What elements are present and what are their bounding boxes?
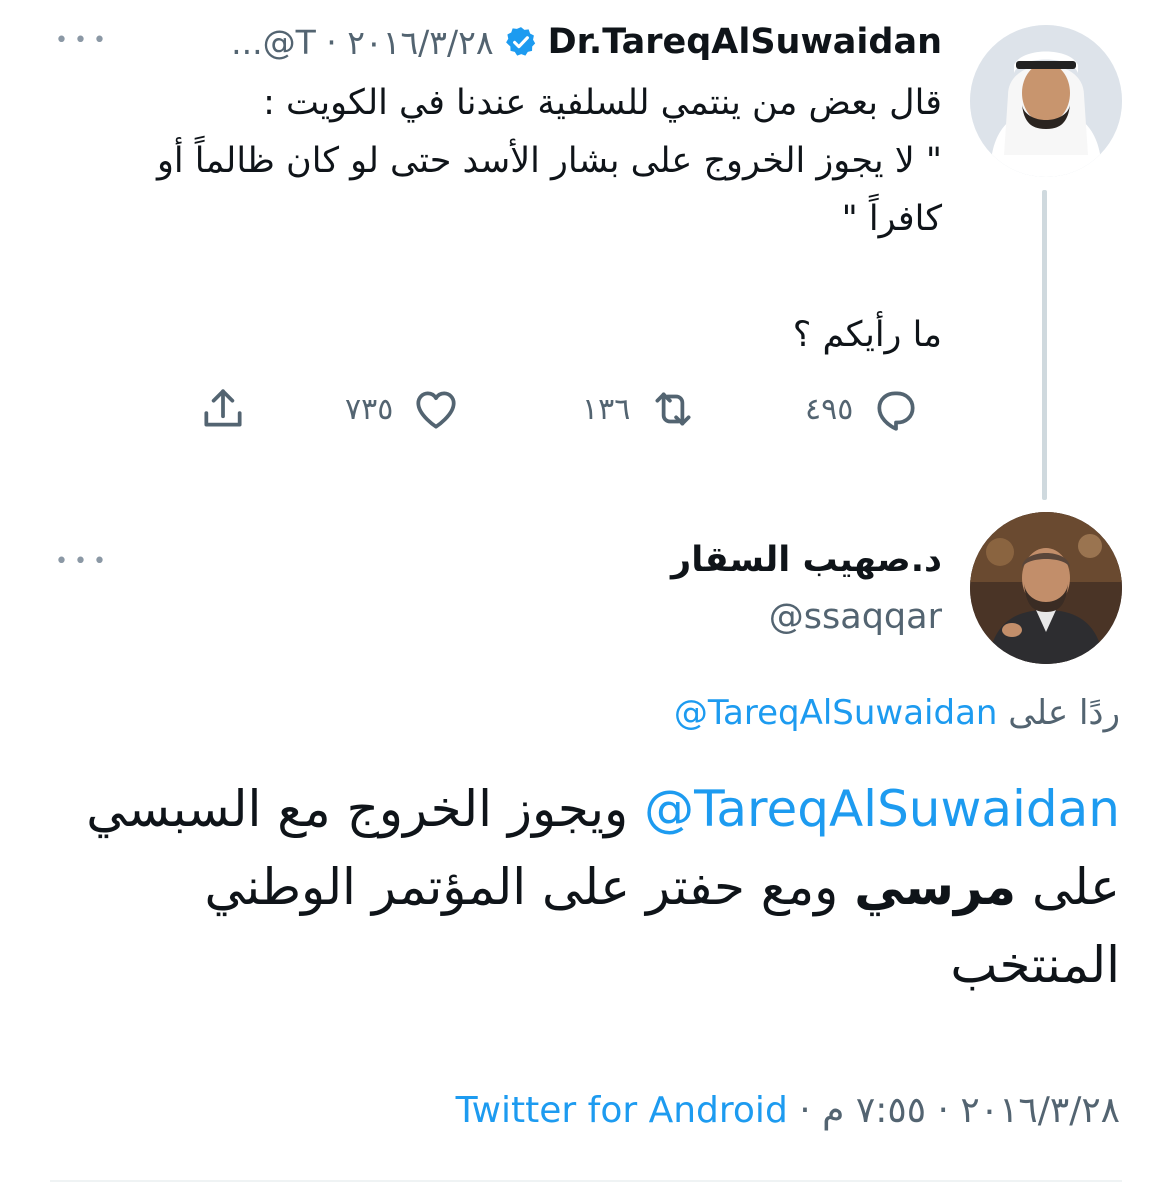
tweet1-line-1: قال بعض من ينتمي للسلفية عندنا في الكويت… xyxy=(263,83,942,123)
tweet2-source[interactable]: Twitter for Android xyxy=(456,1090,788,1131)
reply-count: ٤٩٥ xyxy=(805,391,854,427)
tweet2-time: ٧:٥٥ م xyxy=(822,1090,927,1131)
tweet2-text-part1: ويجوز الخروج مع xyxy=(277,780,629,838)
tweet2-mention[interactable]: @TareqAlSuwaidan xyxy=(644,780,1120,838)
footer-separator-1: · xyxy=(937,1090,949,1131)
reply-action[interactable]: ٤٩٥ xyxy=(805,384,921,434)
share-icon xyxy=(204,389,242,427)
avatar-ssaqqar-image xyxy=(970,512,1122,664)
tweet2-more-icon[interactable]: ••• xyxy=(55,549,112,574)
replying-to-mention[interactable]: @TareqAlSuwaidan xyxy=(674,693,998,733)
avatar-ssaqqar[interactable] xyxy=(970,512,1122,664)
tweet1-header: Dr.TareqAlSuwaidan ...@T · ٢٠١٦/٣/٢٨ xyxy=(231,18,942,66)
tweet1-display-name[interactable]: Dr.TareqAlSuwaidan xyxy=(548,22,942,62)
tweet1-question: ما رأيكم ؟ xyxy=(792,315,942,355)
thread-connector xyxy=(1042,190,1047,500)
tweet1-more-icon[interactable]: ••• xyxy=(55,28,112,53)
replying-to: ردًا على @TareqAlSuwaidan xyxy=(674,693,1120,733)
tweet1-line-2: " لا يجوز الخروج على بشار الأسد حتى لو ك… xyxy=(157,141,942,181)
avatar-tareq-image xyxy=(970,25,1122,177)
tweet2-display-name[interactable]: د.صهيب السقار xyxy=(671,540,942,580)
replying-to-prefix: ردًا على xyxy=(1008,693,1120,733)
reply-icon xyxy=(877,391,915,431)
heart-icon xyxy=(416,391,456,429)
tweet2-text: @TareqAlSuwaidan ويجوز الخروج مع السبسي … xyxy=(40,770,1120,1004)
like-count: ٧٣٥ xyxy=(345,391,394,427)
retweet-action[interactable]: ١٣٦ xyxy=(582,384,698,434)
retweet-count: ١٣٦ xyxy=(582,391,631,427)
tweet2-text-part3: ومع حفتر على المؤتمر xyxy=(371,858,839,916)
tweet2-text-bold: مرسي xyxy=(854,858,1017,916)
retweet-icon xyxy=(655,392,691,426)
tweet1-line-3: كافراً " xyxy=(841,199,942,239)
verified-badge-icon xyxy=(505,27,535,56)
tweet2-date: ٢٠١٦/٣/٢٨ xyxy=(960,1090,1120,1131)
footer-separator-2: · xyxy=(799,1090,811,1131)
like-action[interactable]: ٧٣٥ xyxy=(345,384,461,434)
tweet2-footer: ٢٠١٦/٣/٢٨ · ٧:٥٥ م · Twitter for Android xyxy=(456,1090,1120,1131)
share-action[interactable] xyxy=(198,384,248,434)
avatar-tareq[interactable] xyxy=(970,25,1122,177)
tweet1-handle-and-date: ...@T · ٢٠١٦/٣/٢٨ xyxy=(231,22,494,62)
tweet2-handle[interactable]: @ssaqqar xyxy=(769,597,942,637)
tweet1-text: قال بعض من ينتمي للسلفية عندنا في الكويت… xyxy=(42,74,942,364)
